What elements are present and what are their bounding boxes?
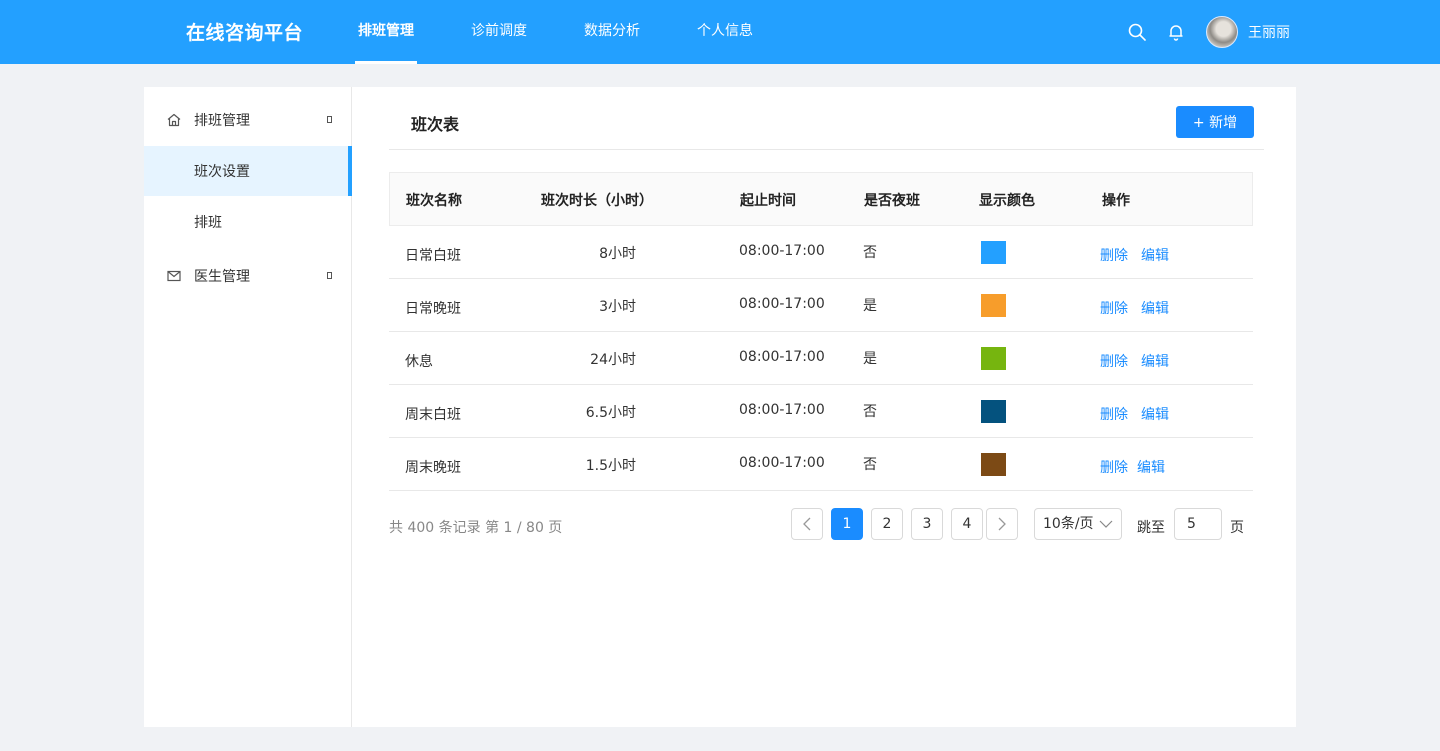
jump-label: 跳至 bbox=[1137, 520, 1165, 536]
sidebar-item-schedule[interactable]: 排班 bbox=[144, 197, 352, 247]
column-header-duration: 班次时长（小时） bbox=[541, 193, 653, 209]
table-row: 日常晚班 3小时 08:00-17:00 是 删除 编辑 bbox=[389, 279, 1253, 332]
cell-shift-name: 周末白班 bbox=[405, 407, 461, 423]
page-unit-label: 页 bbox=[1230, 520, 1244, 536]
cell-shift-name: 日常白班 bbox=[405, 248, 461, 264]
edit-link[interactable]: 编辑 bbox=[1141, 351, 1169, 371]
add-button[interactable]: + 新增 bbox=[1176, 106, 1254, 138]
top-navbar: 在线咨询平台 排班管理 诊前调度 数据分析 个人信息 王丽丽 bbox=[0, 0, 1440, 64]
table-row: 周末白班 6.5小时 08:00-17:00 否 删除 编辑 bbox=[389, 385, 1253, 438]
cell-time-range: 08:00-17:00 bbox=[739, 455, 825, 471]
column-header-color: 显示颜色 bbox=[979, 193, 1035, 209]
page-button-3[interactable]: 3 bbox=[911, 508, 943, 540]
page-button-1[interactable]: 1 bbox=[831, 508, 863, 540]
home-icon bbox=[167, 113, 181, 127]
sidebar-item-shift-settings[interactable]: 班次设置 bbox=[144, 146, 353, 196]
delete-link[interactable]: 删除 bbox=[1100, 457, 1128, 477]
main-content: 班次表 + 新增 班次名称 班次时长（小时） 起止时间 是否夜班 显示颜色 操作… bbox=[352, 87, 1296, 727]
cell-time-range: 08:00-17:00 bbox=[739, 243, 825, 259]
column-header-time: 起止时间 bbox=[740, 193, 796, 209]
table-row: 休息 24小时 08:00-17:00 是 删除 编辑 bbox=[389, 332, 1253, 385]
cell-time-range: 08:00-17:00 bbox=[739, 402, 825, 418]
cell-duration: 3小时 bbox=[599, 299, 636, 315]
tab-data-analysis[interactable]: 数据分析 bbox=[584, 0, 640, 64]
sidebar-group-schedule[interactable]: 排班管理 bbox=[144, 95, 352, 145]
page-button-2[interactable]: 2 bbox=[871, 508, 903, 540]
cell-time-range: 08:00-17:00 bbox=[739, 296, 825, 312]
page-size-value: 10条/页 bbox=[1043, 516, 1094, 532]
chevron-icon bbox=[327, 116, 332, 123]
table-body: 日常白班 8小时 08:00-17:00 否删除 编辑 日常晚班 3小时 08:00-17:0… bbox=[389, 226, 1253, 491]
cell-night-shift: 否 bbox=[863, 404, 877, 420]
shift-table: 班次名称 班次时长（小时） 起止时间 是否夜班 显示颜色 操作 日常白班 8小时 0… bbox=[389, 172, 1253, 491]
cell-night-shift: 否 bbox=[863, 457, 877, 473]
cell-duration: 24小时 bbox=[590, 352, 636, 368]
cell-time-range: 08:00-17:00 bbox=[739, 349, 825, 365]
cell-duration: 8小时 bbox=[599, 246, 636, 262]
sidebar: 排班管理 班次设置 排班 医生管理 bbox=[144, 87, 353, 727]
cell-shift-name: 周末晚班 bbox=[405, 460, 461, 476]
column-header-actions: 操作 bbox=[1102, 193, 1130, 209]
color-swatch bbox=[981, 294, 1006, 317]
sidebar-group-doctor[interactable]: 医生管理 bbox=[144, 251, 352, 301]
chevron-left-icon bbox=[803, 517, 811, 531]
cell-night-shift: 否 bbox=[863, 245, 877, 261]
bell-icon[interactable] bbox=[1166, 22, 1186, 42]
color-swatch bbox=[981, 241, 1006, 264]
delete-link[interactable]: 删除 bbox=[1100, 404, 1128, 424]
table-row: 日常白班 8小时 08:00-17:00 否 删除 编辑 bbox=[389, 226, 1253, 279]
cell-shift-name: 休息 bbox=[405, 354, 433, 370]
table-row: 周末晚班 1.5小时 08:00-17:00 否 删除 编辑 bbox=[389, 438, 1253, 491]
jump-page-input[interactable] bbox=[1174, 508, 1222, 540]
sidebar-item-label: 排班 bbox=[194, 215, 222, 231]
search-icon[interactable] bbox=[1127, 22, 1147, 42]
column-header-name: 班次名称 bbox=[406, 193, 462, 209]
cell-night-shift: 是 bbox=[863, 298, 877, 314]
chevron-right-icon bbox=[998, 517, 1006, 531]
sidebar-group-label: 医生管理 bbox=[194, 269, 250, 285]
column-header-night: 是否夜班 bbox=[864, 193, 920, 209]
mail-icon bbox=[167, 270, 181, 282]
cell-shift-name: 日常晚班 bbox=[405, 301, 461, 317]
user-name[interactable]: 王丽丽 bbox=[1248, 22, 1290, 42]
brand-logo: 在线咨询平台 bbox=[186, 22, 304, 44]
page-size-select[interactable]: 10条/页 bbox=[1034, 508, 1122, 540]
tab-personal-info[interactable]: 个人信息 bbox=[697, 0, 753, 64]
delete-link[interactable]: 删除 bbox=[1100, 351, 1128, 371]
table-header: 班次名称 班次时长（小时） 起止时间 是否夜班 显示颜色 操作 bbox=[389, 172, 1253, 226]
edit-link[interactable]: 编辑 bbox=[1141, 298, 1169, 318]
pagination-summary: 共 400 条记录 第 1 / 80 页 bbox=[389, 520, 563, 536]
chevron-icon bbox=[327, 272, 332, 279]
tab-schedule-management[interactable]: 排班管理 bbox=[355, 0, 417, 64]
user-avatar[interactable] bbox=[1206, 16, 1238, 48]
delete-link[interactable]: 删除 bbox=[1100, 245, 1128, 265]
delete-link[interactable]: 删除 bbox=[1100, 298, 1128, 318]
edit-link[interactable]: 编辑 bbox=[1141, 245, 1169, 265]
color-swatch bbox=[981, 400, 1006, 423]
prev-page-button[interactable] bbox=[791, 508, 823, 540]
color-swatch bbox=[981, 453, 1006, 476]
chevron-down-icon bbox=[1099, 520, 1113, 528]
page-button-4[interactable]: 4 bbox=[951, 508, 983, 540]
sidebar-group-label: 排班管理 bbox=[194, 113, 250, 129]
cell-duration: 1.5小时 bbox=[585, 458, 636, 474]
page-title: 班次表 bbox=[411, 115, 460, 134]
tab-pre-diagnosis[interactable]: 诊前调度 bbox=[471, 0, 527, 64]
color-swatch bbox=[981, 347, 1006, 370]
cell-night-shift: 是 bbox=[863, 351, 877, 367]
edit-link[interactable]: 编辑 bbox=[1137, 457, 1165, 477]
next-page-button[interactable] bbox=[986, 508, 1018, 540]
sidebar-item-label: 班次设置 bbox=[194, 164, 250, 180]
cell-duration: 6.5小时 bbox=[585, 405, 636, 421]
divider bbox=[389, 149, 1264, 150]
edit-link[interactable]: 编辑 bbox=[1141, 404, 1169, 424]
